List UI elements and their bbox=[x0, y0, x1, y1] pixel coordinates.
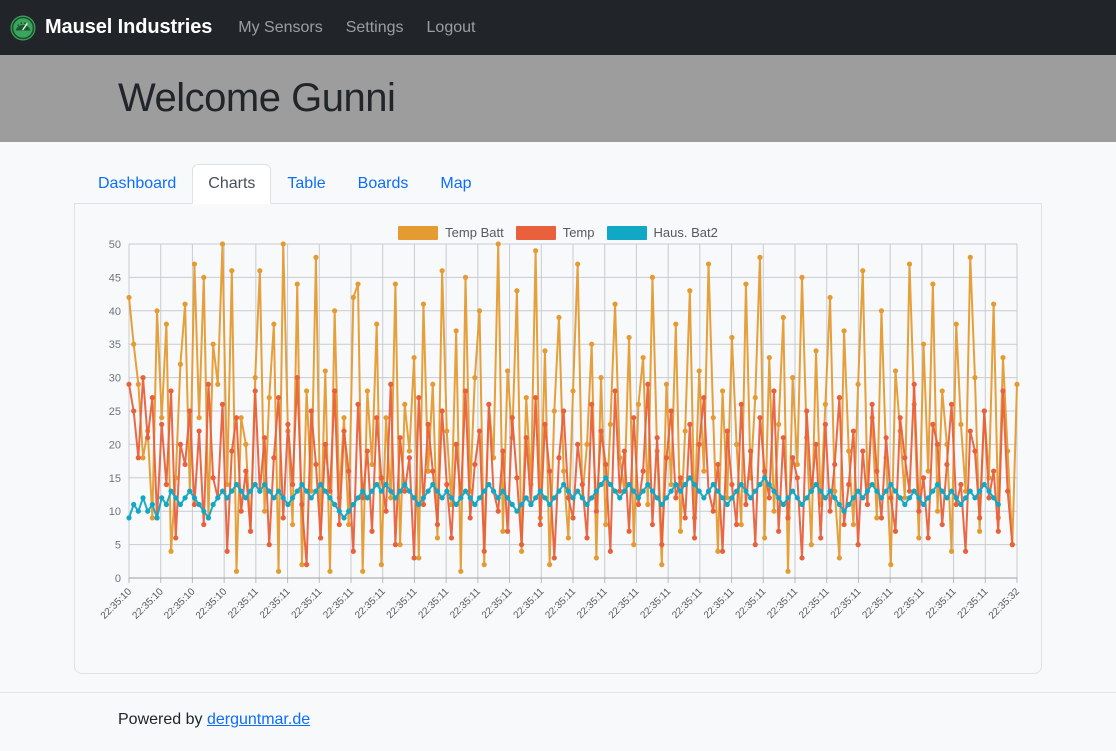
footer: Powered by derguntmar.de bbox=[0, 692, 1116, 729]
y-axis-tick-label: 45 bbox=[109, 272, 121, 284]
x-axis-tick-label: 22:35:10 bbox=[162, 586, 198, 622]
y-axis-tick-label: 25 bbox=[109, 406, 121, 418]
x-axis-tick-label: 22:35:11 bbox=[385, 586, 420, 621]
x-axis-tick-label: 22:35:11 bbox=[575, 586, 610, 621]
x-axis-tick-label: 22:35:11 bbox=[829, 586, 864, 621]
x-axis-tick-label: 22:35:11 bbox=[797, 586, 832, 621]
legend-item-temp[interactable]: Temp bbox=[515, 225, 595, 240]
jumbotron: Welcome Gunni bbox=[0, 55, 1116, 142]
footer-text: Powered by bbox=[118, 711, 207, 728]
tab-bar: Dashboard Charts Table Boards Map bbox=[74, 164, 1042, 204]
x-axis-tick-label: 22:35:11 bbox=[734, 586, 769, 621]
legend-swatch-icon bbox=[606, 225, 647, 240]
x-axis-tick-label: 22:35:11 bbox=[765, 586, 800, 621]
x-axis-tick-label: 22:35:11 bbox=[607, 586, 642, 621]
tab-dashboard[interactable]: Dashboard bbox=[82, 164, 192, 204]
x-axis-tick-label: 22:35:10 bbox=[131, 586, 167, 622]
x-axis-tick-label: 22:35:11 bbox=[258, 586, 293, 621]
y-axis-tick-label: 40 bbox=[109, 306, 121, 318]
nav-link-logout[interactable]: Logout bbox=[427, 19, 476, 37]
x-axis-tick-label: 22:35:11 bbox=[512, 586, 547, 621]
navbar: Mausel Industries My Sensors Settings Lo… bbox=[0, 0, 1116, 55]
x-axis-tick-label: 22:35:11 bbox=[416, 586, 451, 621]
tab-boards[interactable]: Boards bbox=[342, 164, 425, 204]
main-content: Dashboard Charts Table Boards Map 0 5 10 15… bbox=[0, 142, 1116, 674]
y-axis-tick-label: 5 bbox=[115, 540, 121, 552]
x-axis-tick-label: 22:35:11 bbox=[353, 586, 388, 621]
legend-swatch-icon bbox=[515, 225, 556, 240]
tab-table[interactable]: Table bbox=[271, 164, 341, 204]
x-axis-tick-label: 22:35:11 bbox=[290, 586, 325, 621]
x-axis-tick-label: 22:35:11 bbox=[702, 586, 737, 621]
nav-links: My Sensors Settings Logout bbox=[238, 19, 475, 37]
chart-card: 0 5 10 15 20 25 30 35 40 45 50 22:35:10 22:35:10 22:3… bbox=[74, 204, 1042, 674]
y-axis-tick-label: 30 bbox=[109, 373, 121, 385]
nav-link-settings[interactable]: Settings bbox=[346, 19, 404, 37]
y-axis-tick-label: 0 bbox=[115, 573, 121, 585]
x-axis-tick-label: 22:35:11 bbox=[448, 586, 483, 621]
x-axis-tick-label: 22:35:32 bbox=[987, 586, 1023, 622]
x-axis-tick-label: 22:35:10 bbox=[99, 586, 135, 622]
legend-swatch-icon bbox=[398, 225, 439, 240]
footer-link-derguntmar[interactable]: derguntmar.de bbox=[207, 711, 310, 728]
page-title: Welcome Gunni bbox=[118, 76, 396, 120]
chart-legend: Temp Batt Temp Haus. Bat2 bbox=[85, 225, 1031, 240]
brand-label: Mausel Industries bbox=[45, 16, 213, 38]
nav-link-my-sensors[interactable]: My Sensors bbox=[238, 19, 322, 37]
x-axis-tick-label: 22:35:11 bbox=[956, 586, 991, 621]
legend-label: Temp Batt bbox=[445, 225, 504, 240]
x-axis-tick-label: 22:35:11 bbox=[638, 586, 673, 621]
y-axis-tick-label: 50 bbox=[109, 239, 121, 251]
brand-link[interactable]: Mausel Industries bbox=[10, 15, 212, 41]
x-axis-tick-label: 22:35:11 bbox=[226, 586, 261, 621]
legend-label: Haus. Bat2 bbox=[653, 225, 718, 240]
x-axis-tick-label: 22:35:11 bbox=[321, 586, 356, 621]
y-axis-tick-label: 20 bbox=[109, 439, 121, 451]
x-axis-tick-label: 22:35:11 bbox=[670, 586, 705, 621]
y-axis-tick-label: 15 bbox=[109, 473, 121, 485]
y-axis-tick-label: 10 bbox=[109, 506, 121, 518]
x-axis-tick-label: 22:35:11 bbox=[924, 586, 959, 621]
x-axis-tick-label: 22:35:10 bbox=[194, 586, 230, 622]
legend-item-haus-bat2[interactable]: Haus. Bat2 bbox=[606, 225, 718, 240]
tab-map[interactable]: Map bbox=[424, 164, 487, 204]
gauge-icon bbox=[10, 15, 36, 41]
x-axis-tick-label: 22:35:11 bbox=[543, 586, 578, 621]
sensor-line-chart[interactable]: 0510152025303540455022:35:1022:35:1022:3… bbox=[85, 212, 1031, 664]
x-axis-tick-label: 22:35:11 bbox=[860, 586, 895, 621]
x-axis-tick-label: 22:35:11 bbox=[892, 586, 927, 621]
footer-inner: Powered by derguntmar.de bbox=[0, 711, 1116, 729]
tab-charts[interactable]: Charts bbox=[192, 164, 272, 204]
legend-item-temp-batt[interactable]: Temp Batt bbox=[398, 225, 504, 240]
chart-container[interactable]: 0 5 10 15 20 25 30 35 40 45 50 22:35:10 22:35:10 22:3… bbox=[85, 212, 1031, 664]
y-axis-tick-label: 35 bbox=[109, 339, 121, 351]
legend-label: Temp bbox=[562, 225, 595, 240]
content-container: Dashboard Charts Table Boards Map 0 5 10 15… bbox=[74, 164, 1042, 674]
x-axis-tick-label: 22:35:11 bbox=[480, 586, 515, 621]
